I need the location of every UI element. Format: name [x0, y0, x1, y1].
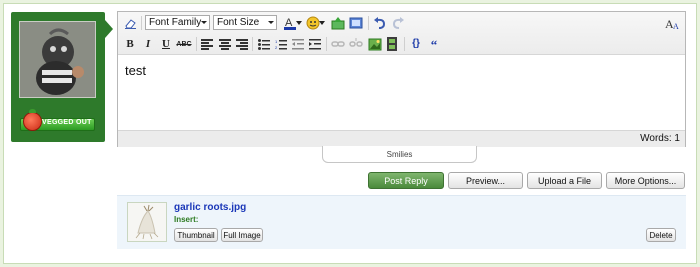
strikethrough-icon[interactable]: ABC — [176, 36, 192, 52]
delete-attachment-button[interactable]: Delete — [646, 228, 676, 242]
bullet-list-icon[interactable] — [256, 36, 272, 52]
svg-text:1: 1 — [275, 39, 278, 44]
separator — [326, 37, 327, 51]
numbered-list-icon[interactable]: 12 — [273, 36, 289, 52]
more-options-button[interactable]: More Options... — [606, 172, 685, 189]
svg-text:A: A — [673, 22, 679, 30]
attachment-panel: garlic roots.jpg Insert: Thumbnail Full … — [117, 195, 686, 249]
film-icon[interactable] — [384, 36, 400, 52]
word-count: Words: 1 — [640, 133, 680, 144]
separator — [368, 16, 369, 30]
insert-thumbnail-button[interactable]: Thumbnail — [174, 228, 218, 242]
preview-button[interactable]: Preview... — [448, 172, 523, 189]
align-right-icon[interactable] — [234, 36, 250, 52]
chevron-down-icon[interactable] — [295, 15, 303, 31]
code-icon[interactable]: {} — [408, 36, 424, 52]
redo-icon[interactable] — [390, 15, 406, 31]
quote-icon[interactable]: “ — [426, 36, 442, 52]
align-center-icon[interactable] — [217, 36, 233, 52]
insert-full-image-button[interactable]: Full Image — [221, 228, 263, 242]
leaf-icon — [29, 109, 36, 113]
editor-text: test — [125, 63, 146, 78]
bold-icon[interactable]: B — [122, 36, 138, 52]
svg-text:2: 2 — [275, 45, 278, 50]
rich-text-editor: Font Family Font Size A A A B I U ABC 1 … — [117, 11, 686, 147]
insert-label: Insert: — [174, 215, 199, 224]
font-size-select[interactable]: Font Size — [213, 15, 277, 30]
editor-statusbar: Words: 1 — [118, 130, 685, 147]
indent-icon[interactable] — [307, 36, 323, 52]
user-avatar[interactable] — [19, 21, 96, 98]
editor-content[interactable]: test — [118, 55, 685, 129]
attachment-filename-link[interactable]: garlic roots.jpg — [174, 202, 246, 213]
user-panel-arrow — [105, 20, 113, 38]
rank-badge: VEGGED OUT — [20, 109, 95, 134]
user-panel: VEGGED OUT — [11, 12, 105, 142]
font-family-select[interactable]: Font Family — [145, 15, 210, 30]
badge-text: VEGGED OUT — [42, 119, 92, 126]
upload-file-button[interactable]: Upload a File — [527, 172, 602, 189]
align-left-icon[interactable] — [199, 36, 215, 52]
media-icon[interactable] — [348, 15, 364, 31]
separator — [196, 37, 197, 51]
underline-icon[interactable]: U — [158, 36, 174, 52]
font-size-value: Font Size — [217, 17, 260, 28]
link-icon[interactable] — [330, 36, 346, 52]
italic-icon[interactable]: I — [140, 36, 156, 52]
post-reply-button[interactable]: Post Reply — [368, 172, 444, 189]
toolbar-row-2: B I U ABC 12 {} “ — [118, 34, 685, 54]
undo-icon[interactable] — [372, 15, 388, 31]
smilies-tab[interactable]: Smilies — [322, 146, 477, 163]
unlink-icon[interactable] — [348, 36, 364, 52]
separator — [141, 16, 142, 30]
attachment-thumbnail[interactable] — [127, 202, 167, 242]
font-family-value: Font Family — [149, 17, 202, 28]
insert-photo-icon[interactable] — [367, 36, 383, 52]
eraser-icon[interactable] — [122, 15, 138, 31]
insert-image-icon[interactable] — [330, 15, 346, 31]
chevron-down-icon — [268, 21, 274, 24]
separator — [252, 37, 253, 51]
toolbar-row-1: Font Family Font Size A A A — [118, 13, 685, 33]
editor-toolbar: Font Family Font Size A A A B I U ABC 1 … — [118, 12, 685, 55]
outdent-icon[interactable] — [290, 36, 306, 52]
separator — [404, 37, 405, 51]
remove-formatting-icon[interactable]: AA — [664, 15, 680, 31]
chevron-down-icon — [201, 21, 207, 24]
tomato-icon — [23, 112, 42, 131]
chevron-down-icon[interactable] — [318, 15, 326, 31]
